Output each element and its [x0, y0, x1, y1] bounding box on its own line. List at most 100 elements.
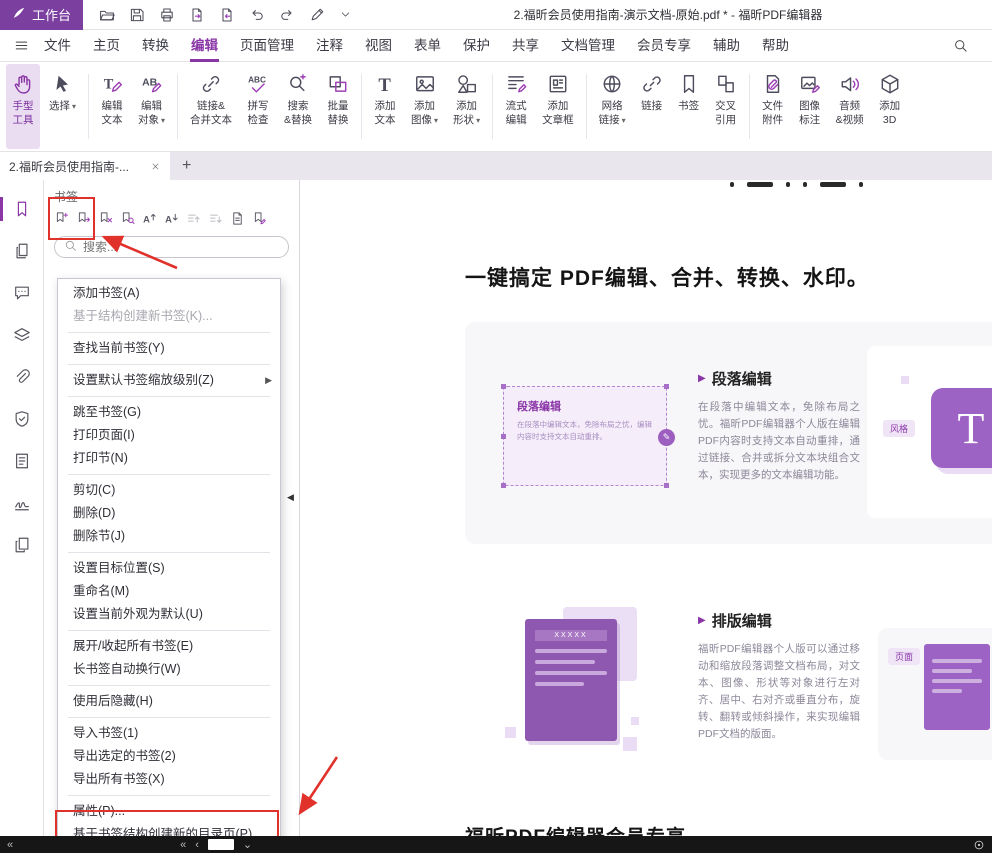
tool-edit-text[interactable]: T编辑文本: [95, 64, 129, 149]
tool-add-shape[interactable]: 添加形状▾: [447, 64, 486, 149]
page-number-input[interactable]: [208, 839, 234, 850]
find-current-bookmark-button[interactable]: [120, 211, 135, 226]
document-tab[interactable]: 2.福昕会员使用指南-...: [0, 152, 170, 180]
tool-search-replace[interactable]: 搜索&替换: [278, 64, 318, 149]
tool-label: 添加3D: [879, 100, 900, 127]
tool-file-attach[interactable]: 文件附件: [756, 64, 790, 149]
ctx-item-9[interactable]: 打印节(N): [58, 447, 280, 470]
tool-link-join[interactable]: 链接&合并文本: [184, 64, 238, 149]
ctx-item-26[interactable]: 导出所有书签(X): [58, 768, 280, 791]
new-tab-button[interactable]: +: [182, 157, 191, 175]
prev-page-button[interactable]: ‹: [195, 839, 199, 851]
bookmark-properties-button[interactable]: [252, 211, 267, 226]
menu-item-7[interactable]: 表单: [403, 30, 452, 62]
tool-hand[interactable]: 手型工具: [6, 64, 40, 149]
ctx-item-5[interactable]: 设置默认书签缩放级别(Z)▶: [58, 369, 280, 392]
new-toc-page-button[interactable]: [230, 211, 245, 226]
ctx-item-24[interactable]: 导入书签(1): [58, 722, 280, 745]
menu-item-12[interactable]: 辅助: [702, 30, 751, 62]
menu-item-10[interactable]: 文档管理: [550, 30, 626, 62]
tool-select[interactable]: 选择▾: [43, 64, 82, 149]
menu-item-5[interactable]: 注释: [305, 30, 354, 62]
collapse-panel-button[interactable]: «: [7, 839, 12, 851]
menu-item-13[interactable]: 帮助: [751, 30, 800, 62]
bookmark-search[interactable]: [54, 236, 289, 258]
rail-fields-panel[interactable]: [0, 452, 43, 470]
ctx-item-8[interactable]: 打印页面(I): [58, 424, 280, 447]
ctx-item-22[interactable]: 使用后隐藏(H): [58, 690, 280, 713]
ctx-item-7[interactable]: 跳至书签(G): [58, 401, 280, 424]
document-area[interactable]: 一键搞定 PDF编辑、合并、转换、水印。 段落编辑 在段落中编辑文本，免除布局之…: [300, 180, 992, 836]
menu-item-8[interactable]: 保护: [452, 30, 501, 62]
open-folder-button[interactable]: [99, 7, 115, 23]
tool-article-box[interactable]: 添加文章框: [536, 64, 580, 149]
close-tab-icon[interactable]: [150, 161, 161, 172]
ctx-item-13[interactable]: 删除节(J): [58, 525, 280, 548]
page-dropdown-button[interactable]: ⌄: [243, 838, 252, 851]
ctx-item-16[interactable]: 重命名(M): [58, 580, 280, 603]
decrease-text-size-button[interactable]: A: [164, 211, 179, 226]
tool-edit-object[interactable]: AB编辑对象▾: [132, 64, 171, 149]
first-page-button[interactable]: «: [180, 839, 186, 851]
tool-batch-replace[interactable]: 批量替换: [321, 64, 355, 149]
loupe-tool-icon[interactable]: [973, 839, 985, 851]
print-button[interactable]: [159, 7, 175, 23]
add-child-bookmark-button[interactable]: [76, 211, 91, 226]
tool-label: 搜索&替换: [284, 100, 312, 127]
rail-articles-panel[interactable]: [0, 536, 43, 554]
tool-image-annot[interactable]: 图像标注: [793, 64, 827, 149]
tool-flow-edit[interactable]: 流式编辑: [499, 64, 533, 149]
import-page-button[interactable]: [219, 7, 235, 23]
tool-spellcheck[interactable]: ABC拼写检查: [241, 64, 275, 149]
menu-item-9[interactable]: 共享: [501, 30, 550, 62]
menu-item-3[interactable]: 编辑: [180, 30, 229, 62]
tool-cross-ref[interactable]: 交叉引用: [709, 64, 743, 149]
add-bookmark-button[interactable]: [54, 211, 69, 226]
rail-comments-panel[interactable]: [0, 284, 43, 302]
target-icon: [973, 839, 985, 851]
ctx-item-0[interactable]: 添加书签(A): [58, 282, 280, 305]
ctx-item-11[interactable]: 剪切(C): [58, 479, 280, 502]
tool-add-image[interactable]: 添加图像▾: [405, 64, 444, 149]
menu-item-6[interactable]: 视图: [354, 30, 403, 62]
tool-link[interactable]: 链接: [635, 64, 669, 149]
tool-web-link[interactable]: 网络链接▾: [593, 64, 632, 149]
rail-bookmarks-panel[interactable]: [0, 200, 43, 218]
customize-arrow-button[interactable]: [339, 8, 352, 21]
ctx-item-3[interactable]: 查找当前书签(Y): [58, 337, 280, 360]
ink-pen-button[interactable]: [309, 7, 325, 23]
tool-add-3d[interactable]: 添加3D: [873, 64, 907, 149]
rail-pages-panel[interactable]: [0, 242, 43, 260]
menu-item-4[interactable]: 页面管理: [229, 30, 305, 62]
undo-button[interactable]: [249, 7, 265, 23]
bookmark-search-input[interactable]: [83, 240, 279, 254]
rail-attachments-panel[interactable]: [0, 368, 43, 386]
menu-item-1[interactable]: 主页: [82, 30, 131, 62]
ctx-item-17[interactable]: 设置当前外观为默认(U): [58, 603, 280, 626]
hamburger-menu-icon[interactable]: [14, 38, 29, 53]
tool-bookmark[interactable]: 书签: [672, 64, 706, 149]
ctx-item-15[interactable]: 设置目标位置(S): [58, 557, 280, 580]
increase-text-size-button[interactable]: A: [142, 211, 157, 226]
search-icon[interactable]: [953, 38, 968, 53]
menu-item-2[interactable]: 转换: [131, 30, 180, 62]
menu-item-11[interactable]: 会员专享: [626, 30, 702, 62]
ctx-item-25[interactable]: 导出选定的书签(2): [58, 745, 280, 768]
menu-item-0[interactable]: 文件: [33, 30, 82, 62]
redo-button[interactable]: [279, 7, 295, 23]
export-page-button[interactable]: [189, 7, 205, 23]
ctx-item-12[interactable]: 删除(D): [58, 502, 280, 525]
workspace-button[interactable]: 工作台: [0, 0, 83, 30]
ctx-item-28[interactable]: 属性(P)...: [58, 800, 280, 823]
delete-bookmark-button[interactable]: [98, 211, 113, 226]
ctx-item-19[interactable]: 展开/收起所有书签(E): [58, 635, 280, 658]
tool-add-text[interactable]: T添加文本: [368, 64, 402, 149]
panel-collapse-handle[interactable]: ◀: [287, 492, 294, 503]
rail-layers-panel[interactable]: [0, 326, 43, 344]
menu-bar: 文件主页转换编辑页面管理注释视图表单保护共享文档管理会员专享辅助帮助: [0, 30, 992, 62]
rail-security-panel[interactable]: [0, 410, 43, 428]
tool-audio-video[interactable]: 音频&视频: [830, 64, 870, 149]
rail-signatures-panel[interactable]: [0, 494, 43, 512]
ctx-item-20[interactable]: 长书签自动换行(W): [58, 658, 280, 681]
save-button[interactable]: [129, 7, 145, 23]
